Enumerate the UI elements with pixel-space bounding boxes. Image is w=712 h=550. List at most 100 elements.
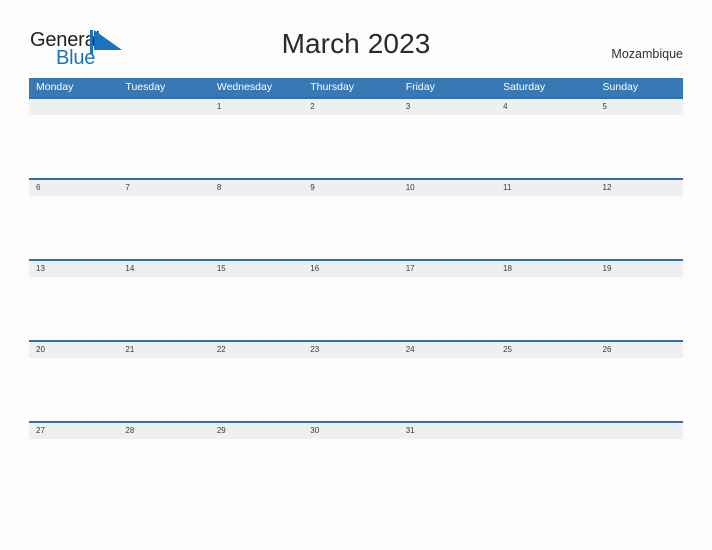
day-cell[interactable]: 11	[486, 180, 583, 196]
day-cell[interactable]: 15	[206, 261, 297, 277]
day-cell[interactable]: 25	[486, 342, 583, 358]
day-cell[interactable]: 10	[391, 180, 486, 196]
day-cell[interactable]: 2	[297, 99, 390, 115]
day-number: 5	[602, 102, 607, 111]
day-cell[interactable]: 27	[29, 423, 116, 439]
day-number: 12	[602, 183, 612, 192]
day-cell[interactable]	[29, 99, 116, 115]
weekday-label: Wednesday	[216, 81, 273, 93]
weekday-header-friday: Friday	[391, 78, 486, 97]
day-cell[interactable]: 1	[206, 99, 297, 115]
day-cell[interactable]: 18	[486, 261, 583, 277]
weekday-header-thursday: Thursday	[297, 78, 390, 97]
day-cell[interactable]: 4	[486, 99, 583, 115]
day-cell[interactable]: 7	[116, 180, 205, 196]
week-date-band: 20 21 22 23 24 25 26	[29, 342, 683, 358]
day-cell[interactable]: 14	[116, 261, 205, 277]
week-date-band: 1 2 3 4 5	[29, 99, 683, 115]
day-cell[interactable]	[584, 423, 683, 439]
weekday-label: Monday	[36, 81, 74, 93]
week-note-area[interactable]	[29, 358, 683, 421]
weekday-label: Sunday	[602, 81, 639, 93]
day-number: 30	[310, 426, 320, 435]
day-number: 15	[216, 264, 226, 273]
day-cell[interactable]: 20	[29, 342, 116, 358]
day-cell[interactable]: 29	[206, 423, 297, 439]
day-cell[interactable]: 31	[391, 423, 486, 439]
day-cell[interactable]: 24	[391, 342, 486, 358]
day-number: 22	[216, 345, 226, 354]
day-number: 3	[405, 102, 411, 111]
country-label: Mozambique	[611, 47, 683, 61]
day-cell[interactable]: 30	[297, 423, 390, 439]
day-number: 23	[310, 345, 320, 354]
weekday-label: Thursday	[310, 81, 355, 93]
calendar-grid: Monday Tuesday Wednesday Thursday Friday…	[29, 78, 683, 502]
weekday-header-row: Monday Tuesday Wednesday Thursday Friday…	[29, 78, 683, 97]
day-cell[interactable]: 12	[584, 180, 683, 196]
day-number: 25	[503, 345, 513, 354]
weekday-header-saturday: Saturday	[486, 78, 583, 97]
day-number: 8	[216, 183, 222, 192]
week-note-area[interactable]	[29, 439, 683, 502]
day-number: 7	[125, 183, 130, 192]
day-cell[interactable]: 16	[297, 261, 390, 277]
calendar-week-row: 6 7 8 9 10 11 12	[29, 178, 683, 259]
day-number: 18	[503, 264, 513, 273]
day-cell[interactable]	[486, 423, 583, 439]
day-number: 19	[602, 264, 612, 273]
week-date-band: 6 7 8 9 10 11 12	[29, 180, 683, 196]
day-cell[interactable]	[116, 99, 205, 115]
day-number: 29	[216, 426, 226, 435]
day-cell[interactable]: 19	[584, 261, 683, 277]
weekday-header-tuesday: Tuesday	[116, 78, 205, 97]
day-number: 13	[36, 264, 45, 273]
day-number: 24	[405, 345, 415, 354]
calendar-page: General Blue March 2023 Mozambique Monda…	[0, 0, 712, 550]
day-number: 20	[36, 345, 45, 354]
day-cell[interactable]: 17	[391, 261, 486, 277]
day-cell[interactable]: 26	[584, 342, 683, 358]
calendar-week-row: 1 2 3 4 5	[29, 97, 683, 178]
weekday-header-monday: Monday	[29, 78, 116, 97]
week-note-area[interactable]	[29, 115, 683, 178]
weekday-label: Saturday	[503, 81, 546, 93]
day-number: 4	[503, 102, 508, 111]
weekday-header-wednesday: Wednesday	[206, 78, 297, 97]
day-number: 6	[36, 183, 41, 192]
calendar-week-row: 20 21 22 23 24 25 26	[29, 340, 683, 421]
weekday-header-sunday: Sunday	[584, 78, 683, 97]
day-number: 2	[310, 102, 315, 111]
day-cell[interactable]: 8	[206, 180, 297, 196]
day-number: 16	[310, 264, 320, 273]
day-number: 21	[125, 345, 135, 354]
day-cell[interactable]: 6	[29, 180, 116, 196]
calendar-week-row: 13 14 15 16 17 18 19	[29, 259, 683, 340]
day-number: 11	[503, 183, 512, 192]
week-note-area[interactable]	[29, 196, 683, 259]
day-cell[interactable]: 13	[29, 261, 116, 277]
day-number: 10	[405, 183, 415, 192]
day-cell[interactable]: 9	[297, 180, 390, 196]
day-cell[interactable]: 22	[206, 342, 297, 358]
week-date-band: 13 14 15 16 17 18 19	[29, 261, 683, 277]
weekday-label: Friday	[405, 81, 435, 93]
page-title: March 2023	[281, 28, 431, 59]
week-date-band: 27 28 29 30 31	[29, 423, 683, 439]
day-cell[interactable]: 28	[116, 423, 205, 439]
day-number: 31	[405, 426, 415, 435]
week-note-area[interactable]	[29, 277, 683, 340]
day-number: 27	[36, 426, 45, 435]
day-number: 17	[405, 264, 415, 273]
day-number: 26	[602, 345, 612, 354]
day-number: 28	[125, 426, 135, 435]
day-number: 1	[216, 102, 222, 111]
day-number: 9	[310, 183, 315, 192]
calendar-week-row: 27 28 29 30 31	[29, 421, 683, 502]
day-number: 14	[125, 264, 135, 273]
day-cell[interactable]: 21	[116, 342, 205, 358]
weekday-label: Tuesday	[125, 81, 166, 93]
day-cell[interactable]: 23	[297, 342, 390, 358]
day-cell[interactable]: 3	[391, 99, 486, 115]
day-cell[interactable]: 5	[584, 99, 683, 115]
